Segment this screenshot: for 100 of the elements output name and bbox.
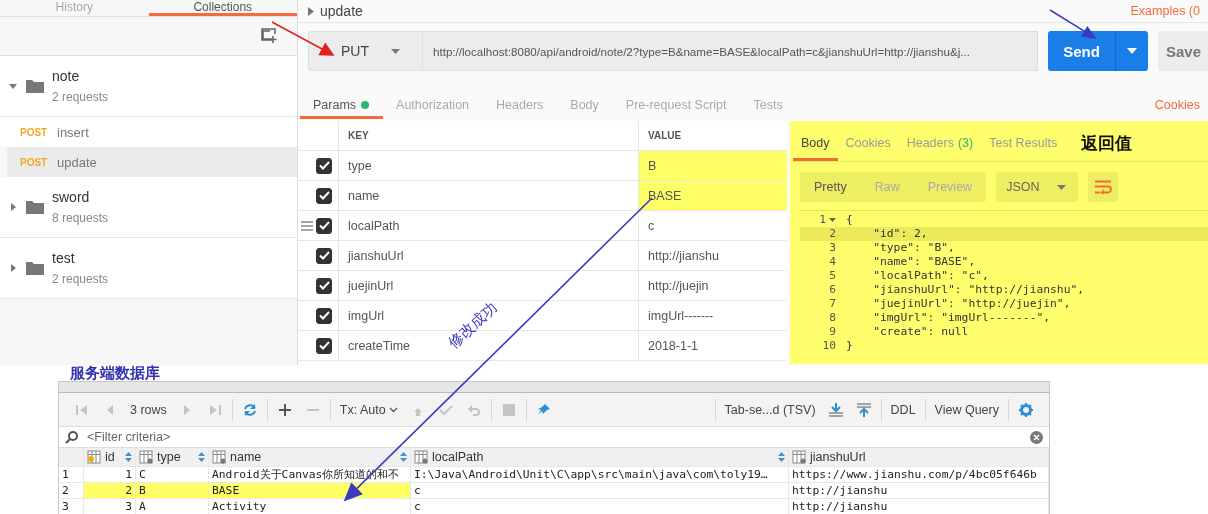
request-item[interactable]: POST insert xyxy=(0,117,297,147)
annotation-arrow xyxy=(1049,9,1096,39)
drag-handle-icon[interactable] xyxy=(301,220,313,231)
table-cell: 3 xyxy=(84,499,136,514)
param-value[interactable]: http://juejin xyxy=(638,271,787,300)
folder-icon xyxy=(26,200,44,214)
column-header[interactable]: jianshuUrl xyxy=(789,448,1049,467)
code-line: } xyxy=(845,339,853,353)
sort-icon[interactable] xyxy=(125,452,132,462)
code-line: "create": null xyxy=(872,325,969,339)
request-name: update xyxy=(57,154,97,170)
caret-right-icon[interactable] xyxy=(8,202,18,212)
caret-down-icon xyxy=(1057,184,1067,190)
checkbox[interactable] xyxy=(316,217,332,234)
column-header[interactable]: name xyxy=(209,448,411,467)
fold-caret-icon[interactable] xyxy=(829,218,836,222)
param-key[interactable]: imgUrl xyxy=(348,308,385,323)
folder-icon xyxy=(26,79,44,93)
table-cell: B xyxy=(136,483,209,499)
param-key[interactable]: jianshuUrl xyxy=(348,248,404,263)
param-key[interactable]: createTime xyxy=(348,338,411,353)
line-number: 10 xyxy=(822,339,836,353)
upload-icon[interactable] xyxy=(855,401,872,418)
collection-item[interactable]: note 2 requests xyxy=(0,56,297,117)
method-label: POST xyxy=(20,126,49,138)
code-line: "juejinUrl": "http://juejin", xyxy=(872,297,1071,311)
param-key[interactable]: name xyxy=(348,188,380,203)
pin-icon[interactable] xyxy=(535,401,552,418)
checkbox[interactable] xyxy=(316,307,332,324)
code-line: "type": "B", xyxy=(872,241,955,255)
table-cell: 2 xyxy=(84,483,136,499)
code-line: "localPath": "c", xyxy=(872,269,989,283)
request-tab[interactable]: Params xyxy=(300,91,384,119)
download-icon[interactable] xyxy=(827,401,844,418)
column-header[interactable]: localPath xyxy=(411,448,789,467)
param-value[interactable]: 2018-1-1 xyxy=(638,331,787,360)
column-header[interactable]: type xyxy=(136,448,209,467)
code-line: "jianshuUrl": "http://jianshu", xyxy=(872,283,1085,297)
search-icon xyxy=(65,430,79,444)
method-label: POST xyxy=(20,156,49,168)
table-cell: I:\Java\Android\Unit\C\app\src\main\java\com\toly19… xyxy=(411,467,789,483)
request-item[interactable]: POST update xyxy=(7,147,297,177)
view-tab[interactable]: Pretty xyxy=(800,172,861,202)
param-value[interactable]: http://jianshu xyxy=(638,241,787,270)
sort-icon[interactable] xyxy=(778,452,785,462)
toolbar-button[interactable]: View Query xyxy=(934,402,999,417)
wrap-lines-button[interactable] xyxy=(1088,172,1119,202)
line-number: 2 xyxy=(829,227,836,241)
response-tab[interactable]: Body xyxy=(793,125,838,161)
refresh-icon[interactable] xyxy=(241,401,258,418)
param-key[interactable]: type xyxy=(348,158,372,173)
collection-name: test xyxy=(52,250,76,266)
wrap-lines-icon xyxy=(1094,180,1113,194)
format-dropdown[interactable]: JSON xyxy=(996,172,1079,202)
caret-right-icon[interactable] xyxy=(308,6,314,16)
plus-icon[interactable] xyxy=(276,401,293,418)
filter-field[interactable]: <Filter criteria> xyxy=(87,430,1022,444)
sidebar-tab[interactable]: Collections xyxy=(148,0,297,16)
folder-icon xyxy=(26,261,44,275)
collection-name: note xyxy=(52,68,81,84)
caret-down-icon xyxy=(1127,48,1137,54)
checkbox[interactable] xyxy=(316,337,332,354)
new-collection-icon[interactable] xyxy=(261,28,277,44)
table-cell: http://jianshu xyxy=(789,483,1049,499)
method-dropdown[interactable]: PUT xyxy=(308,31,423,71)
column-header: VALUE xyxy=(638,121,787,150)
request-name: insert xyxy=(57,124,89,140)
sort-icon[interactable] xyxy=(400,452,407,462)
row-count: 3 rows xyxy=(130,402,167,417)
caret-right-icon[interactable] xyxy=(8,263,18,273)
param-key[interactable]: localPath xyxy=(348,218,400,233)
url-field[interactable]: http://localhost:8080/api/android/note/2?type=B&name=BASE&localPath=c&jianshuUrl=http://jianshu&j... xyxy=(423,31,1038,71)
toolbar-button[interactable]: Tab-se...d (TSV) xyxy=(724,402,816,417)
checkbox[interactable] xyxy=(316,157,332,174)
param-key[interactable]: juejinUrl xyxy=(348,278,394,293)
caret-down-icon[interactable] xyxy=(8,81,18,91)
checkbox[interactable] xyxy=(316,277,332,294)
toolbar-button[interactable]: DDL xyxy=(890,402,916,417)
checkbox[interactable] xyxy=(316,247,332,264)
line-number: 3 xyxy=(829,241,836,255)
param-value[interactable]: B xyxy=(638,151,787,180)
param-value[interactable]: imgUrl------- xyxy=(638,301,787,330)
collection-item[interactable]: test 2 requests xyxy=(0,238,297,299)
clear-icon[interactable] xyxy=(1030,430,1043,444)
collection-item[interactable]: sword 8 requests xyxy=(0,177,297,238)
code-line: "imgUrl": "imgUrl-------", xyxy=(872,311,1051,325)
line-number: 9 xyxy=(829,325,836,339)
checkbox[interactable] xyxy=(316,187,332,204)
sort-icon[interactable] xyxy=(198,452,205,462)
column-header[interactable]: id xyxy=(84,448,136,467)
param-value[interactable]: BASE xyxy=(638,181,787,210)
code-line: "name": "BASE", xyxy=(872,255,976,269)
request-count: 8 requests xyxy=(52,211,109,225)
settings-icon[interactable] xyxy=(1018,401,1034,418)
table-cell: https://www.jianshu.com/p/4bc05f646b xyxy=(789,467,1049,483)
line-number: 5 xyxy=(829,269,836,283)
request-title: update xyxy=(320,3,363,19)
annotation-label: 修改成功 xyxy=(444,298,502,353)
save-button[interactable]: Save xyxy=(1158,31,1208,71)
transaction-dropdown[interactable]: Tx: Auto xyxy=(339,402,398,417)
